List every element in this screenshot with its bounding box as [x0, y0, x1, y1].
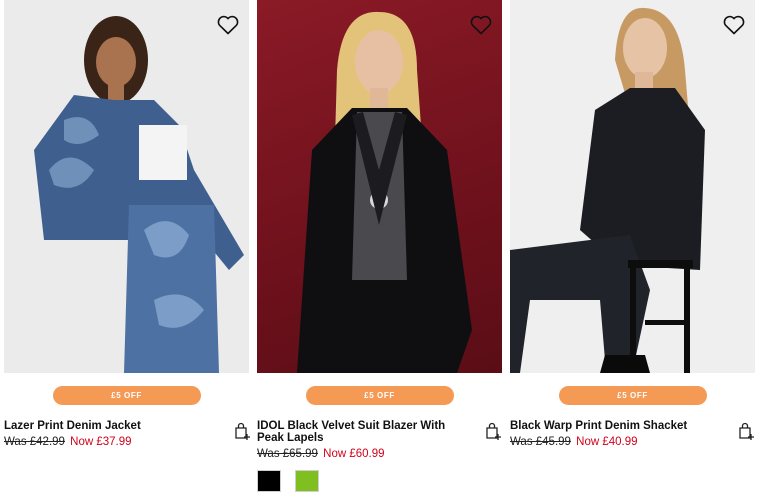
product-card[interactable]: £5 OFF Lazer Print Denim Jacket Was £42.… — [4, 0, 250, 448]
product-card[interactable]: £5 OFF IDOL Black Velvet Suit Blazer Wit… — [257, 0, 502, 492]
color-swatches — [257, 470, 319, 492]
product-prices: Was £42.99 Now £37.99 — [4, 435, 249, 449]
model-photo-shacket — [510, 7, 705, 373]
discount-badge: £5 OFF — [558, 386, 707, 405]
color-swatch-green[interactable] — [295, 470, 319, 492]
product-image[interactable] — [4, 0, 249, 373]
product-prices: Was £45.99 Now £40.99 — [510, 435, 755, 449]
product-title[interactable]: Black Warp Print Denim Shacket — [510, 418, 725, 432]
product-image[interactable] — [257, 0, 502, 373]
product-info: IDOL Black Velvet Suit Blazer With Peak … — [257, 418, 502, 461]
product-info: Black Warp Print Denim Shacket Was £45.9… — [510, 418, 755, 449]
model-photo-denim — [34, 16, 244, 373]
product-title[interactable]: IDOL Black Velvet Suit Blazer With Peak … — [257, 418, 472, 444]
add-to-bag-icon[interactable] — [736, 421, 756, 441]
product-info: Lazer Print Denim Jacket Was £42.99 Now … — [4, 418, 249, 449]
discount-badge: £5 OFF — [52, 386, 201, 405]
product-card[interactable]: £5 OFF Black Warp Print Denim Shacket Wa… — [510, 0, 755, 448]
was-price: Was £45.99 — [510, 436, 571, 448]
wishlist-heart-icon[interactable] — [722, 13, 746, 37]
product-image[interactable] — [510, 0, 755, 373]
color-swatch-black[interactable] — [257, 470, 281, 492]
now-price: Now £60.99 — [323, 448, 385, 460]
add-to-bag-icon[interactable] — [232, 421, 252, 441]
now-price: Now £37.99 — [70, 436, 132, 448]
product-prices: Was £65.99 Now £60.99 — [257, 447, 502, 461]
was-price: Was £42.99 — [4, 436, 65, 448]
was-price: Was £65.99 — [257, 448, 318, 460]
product-title[interactable]: Lazer Print Denim Jacket — [4, 418, 219, 432]
now-price: Now £40.99 — [576, 436, 638, 448]
model-photo-velvet-blazer — [297, 11, 472, 373]
discount-badge: £5 OFF — [305, 386, 454, 405]
wishlist-heart-icon[interactable] — [216, 13, 240, 37]
wishlist-heart-icon[interactable] — [469, 13, 493, 37]
add-to-bag-icon[interactable] — [483, 421, 503, 441]
